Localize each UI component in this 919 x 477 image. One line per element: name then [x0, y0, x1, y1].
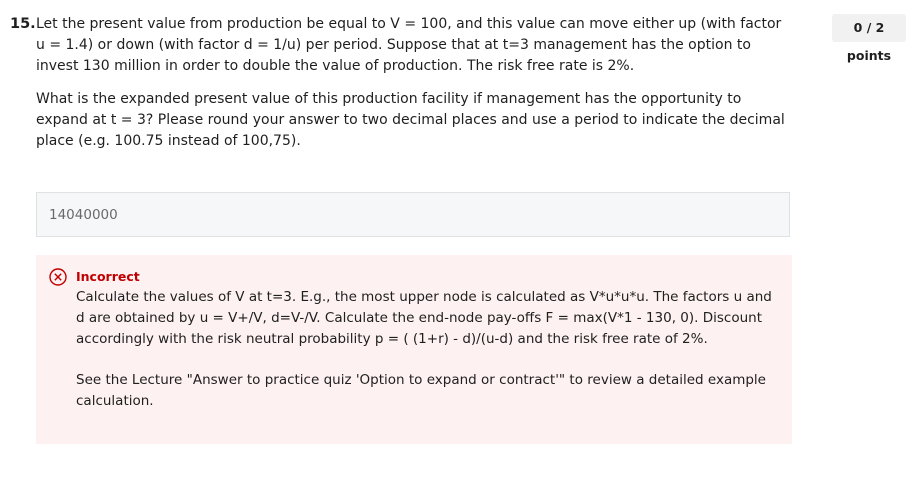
feedback-text: Calculate the values of V at t=3. E.g., …	[76, 287, 776, 432]
answer-field[interactable]	[36, 192, 790, 237]
question-paragraph: Let the present value from production be…	[36, 16, 782, 74]
question-block: 15. Let the present value from productio…	[10, 14, 792, 164]
feedback-status: Incorrect	[76, 269, 140, 284]
question-prompt: What is the expanded present value of th…	[36, 91, 785, 149]
answer-input[interactable]	[37, 193, 789, 236]
question-text: Let the present value from production be…	[36, 14, 792, 152]
feedback-panel: Incorrect Calculate the values of V at t…	[36, 255, 792, 444]
feedback-lecture-reference: See the Lecture "Answer to practice quiz…	[76, 372, 766, 409]
feedback-paragraph: Calculate the values of V at t=3. E.g., …	[76, 289, 772, 347]
question-number: 15.	[10, 16, 36, 32]
points-badge: 0 / 2 points	[832, 14, 906, 63]
x-circle-icon	[49, 268, 67, 286]
